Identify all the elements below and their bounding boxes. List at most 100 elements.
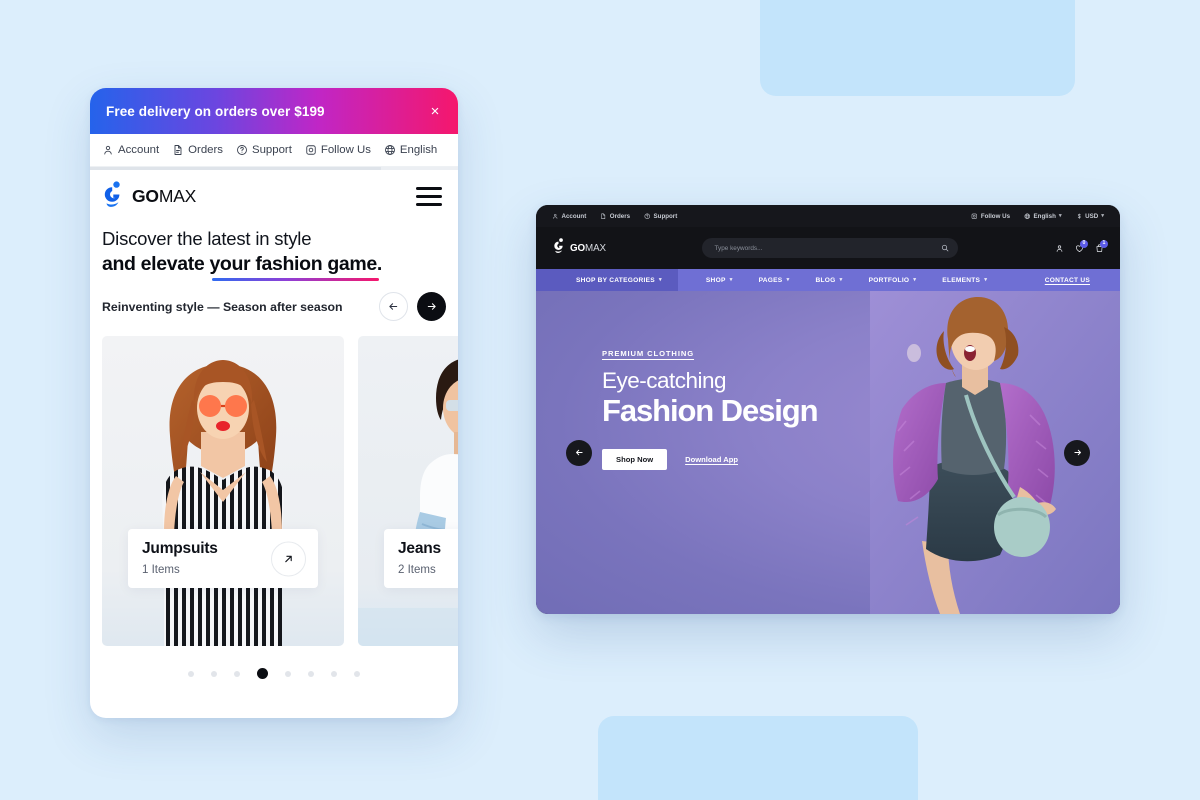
question-circle-icon — [236, 144, 248, 156]
chevron-down-icon: ▾ — [1101, 213, 1104, 219]
chevron-down-icon: ▾ — [786, 277, 790, 283]
download-app-link[interactable]: Download App — [685, 455, 738, 464]
chevron-down-icon: ▾ — [984, 277, 988, 283]
wishlist-badge: 0 — [1079, 239, 1088, 248]
brand-name: GOMAX — [132, 185, 197, 206]
instagram-icon — [971, 213, 978, 219]
topbar-item-currency[interactable]: USD ▾ — [1076, 213, 1104, 220]
pagination-dot[interactable] — [285, 670, 291, 677]
brand-name: GOMAX — [570, 242, 606, 254]
hero-next-button[interactable] — [1064, 439, 1090, 466]
mobile-mockup: Free delivery on orders over $199 × Acco… — [90, 88, 458, 718]
topbar-item-follow-us[interactable]: Follow Us — [971, 213, 1010, 220]
category-card[interactable]: Jumpsuits 1 Items — [102, 336, 344, 646]
pagination-dot[interactable] — [257, 668, 268, 679]
topbar-item-label: Support — [653, 212, 678, 220]
headline-underline-accent — [212, 278, 379, 281]
brand-logo[interactable]: GOMAX — [101, 180, 197, 212]
document-icon — [172, 144, 184, 156]
pagination-dot[interactable] — [331, 670, 337, 677]
carousel-pagination-dots — [90, 646, 458, 679]
chevron-down-icon: ▾ — [1058, 213, 1062, 219]
category-card[interactable]: Jeans 2 Items — [358, 336, 458, 646]
utility-item-support[interactable]: Support — [236, 144, 292, 156]
pagination-dot[interactable] — [211, 670, 217, 677]
globe-icon — [384, 144, 396, 156]
topbar-item-language[interactable]: English ▾ — [1024, 213, 1062, 220]
pagination-dot[interactable] — [188, 670, 194, 677]
nav-link-label: BLOG — [815, 276, 836, 284]
utility-item-label: Follow Us — [320, 144, 371, 156]
account-icon[interactable] — [1055, 244, 1064, 253]
nav-link-shop[interactable]: SHOP ▾ — [706, 277, 733, 284]
nav-link-label: PAGES — [758, 276, 783, 284]
nav-links: SHOP ▾ PAGES ▾ BLOG ▾ PORTFOLIO ▾ ELEMENTS ▾ — [678, 269, 1045, 291]
utility-item-language[interactable]: English — [384, 144, 437, 156]
mobile-subtitle: Reinventing style — Season after season — [102, 299, 343, 314]
desktop-header-actions: 0 1 — [1055, 239, 1108, 253]
pagination-dot[interactable] — [234, 670, 240, 677]
nav-link-blog[interactable]: BLOG ▾ — [815, 277, 842, 284]
carousel-prev-button[interactable] — [379, 292, 408, 321]
wishlist-heart-icon[interactable]: 0 — [1075, 239, 1088, 253]
question-circle-icon — [644, 213, 651, 219]
topbar-item-label: Orders — [609, 212, 631, 220]
gomax-mark-icon — [101, 180, 125, 212]
carousel-next-button[interactable] — [417, 292, 446, 321]
nav-link-label: SHOP — [705, 276, 726, 284]
topbar-item-account[interactable]: Account — [552, 213, 586, 220]
topbar-item-label: Follow Us — [980, 212, 1011, 220]
desktop-mockup: Account Orders Support Follow Us English… — [536, 205, 1120, 614]
mobile-utility-nav: Account Orders Support Follow Us English — [90, 134, 458, 167]
brand-logo[interactable]: GOMAX — [552, 238, 606, 258]
close-icon[interactable]: × — [426, 102, 444, 120]
nav-contact-us[interactable]: CONTACT US — [1045, 269, 1120, 291]
nav-link-label: ELEMENTS — [942, 276, 981, 284]
arrow-left-icon — [575, 449, 583, 456]
search-input[interactable]: Type keywords... — [702, 238, 959, 258]
nav-shop-by-categories[interactable]: SHOP BY CATEGORIES ▾ — [536, 269, 678, 291]
scroll-indicator — [90, 167, 458, 170]
gomax-mark-icon — [552, 238, 566, 258]
desktop-header: GOMAX Type keywords... 0 1 — [536, 227, 1120, 269]
category-card-go-button[interactable] — [271, 541, 306, 576]
cart-icon[interactable]: 1 — [1095, 239, 1108, 253]
search-placeholder: Type keywords... — [714, 244, 763, 252]
topbar-item-label: English — [1033, 212, 1056, 220]
pagination-dot[interactable] — [308, 670, 314, 677]
headline-line-1: Discover the latest in style — [102, 228, 312, 249]
instagram-icon — [305, 144, 317, 156]
chevron-down-icon: ▾ — [913, 277, 917, 283]
pagination-dot[interactable] — [354, 670, 360, 677]
desktop-hero: PREMIUM CLOTHING Eye-catching Fashion De… — [536, 291, 1120, 614]
shop-now-button[interactable]: Shop Now — [602, 449, 668, 471]
mobile-carousel-controls — [379, 292, 446, 321]
desktop-topbar-right: Follow Us English ▾ USD ▾ — [971, 213, 1104, 220]
user-icon — [553, 213, 558, 219]
background-decor-block-top-right — [760, 0, 1075, 96]
arrow-up-right-icon — [285, 555, 292, 562]
utility-item-account[interactable]: Account — [102, 144, 159, 156]
desktop-main-nav: SHOP BY CATEGORIES ▾ SHOP ▾ PAGES ▾ BLOG ▾ POR… — [536, 269, 1120, 291]
hero-eyebrow: PREMIUM CLOTHING — [602, 349, 695, 358]
chevron-down-icon: ▾ — [658, 277, 662, 283]
hero-prev-button[interactable] — [566, 439, 592, 466]
utility-item-orders[interactable]: Orders — [172, 144, 223, 156]
nav-link-pages[interactable]: PAGES ▾ — [759, 277, 790, 284]
hamburger-icon[interactable] — [412, 183, 446, 210]
cart-badge: 1 — [1099, 239, 1108, 248]
topbar-item-orders[interactable]: Orders — [600, 213, 630, 220]
category-card-label: Jumpsuits 1 Items — [128, 529, 318, 588]
search-icon[interactable] — [941, 244, 949, 252]
topbar-item-label: USD — [1085, 212, 1099, 220]
utility-item-follow-us[interactable]: Follow Us — [305, 144, 371, 156]
arrow-left-icon — [389, 303, 398, 310]
utility-item-label: Orders — [188, 144, 223, 156]
nav-categories-label: SHOP BY CATEGORIES — [576, 276, 655, 284]
nav-link-elements[interactable]: ELEMENTS ▾ — [942, 277, 987, 284]
nav-link-portfolio[interactable]: PORTFOLIO ▾ — [869, 277, 917, 284]
globe-icon — [1024, 213, 1030, 219]
category-card-list: Jumpsuits 1 Items Jeans 2 Items — [90, 321, 458, 646]
topbar-item-support[interactable]: Support — [644, 213, 677, 220]
hero-copy: PREMIUM CLOTHING Eye-catching Fashion De… — [602, 349, 902, 471]
